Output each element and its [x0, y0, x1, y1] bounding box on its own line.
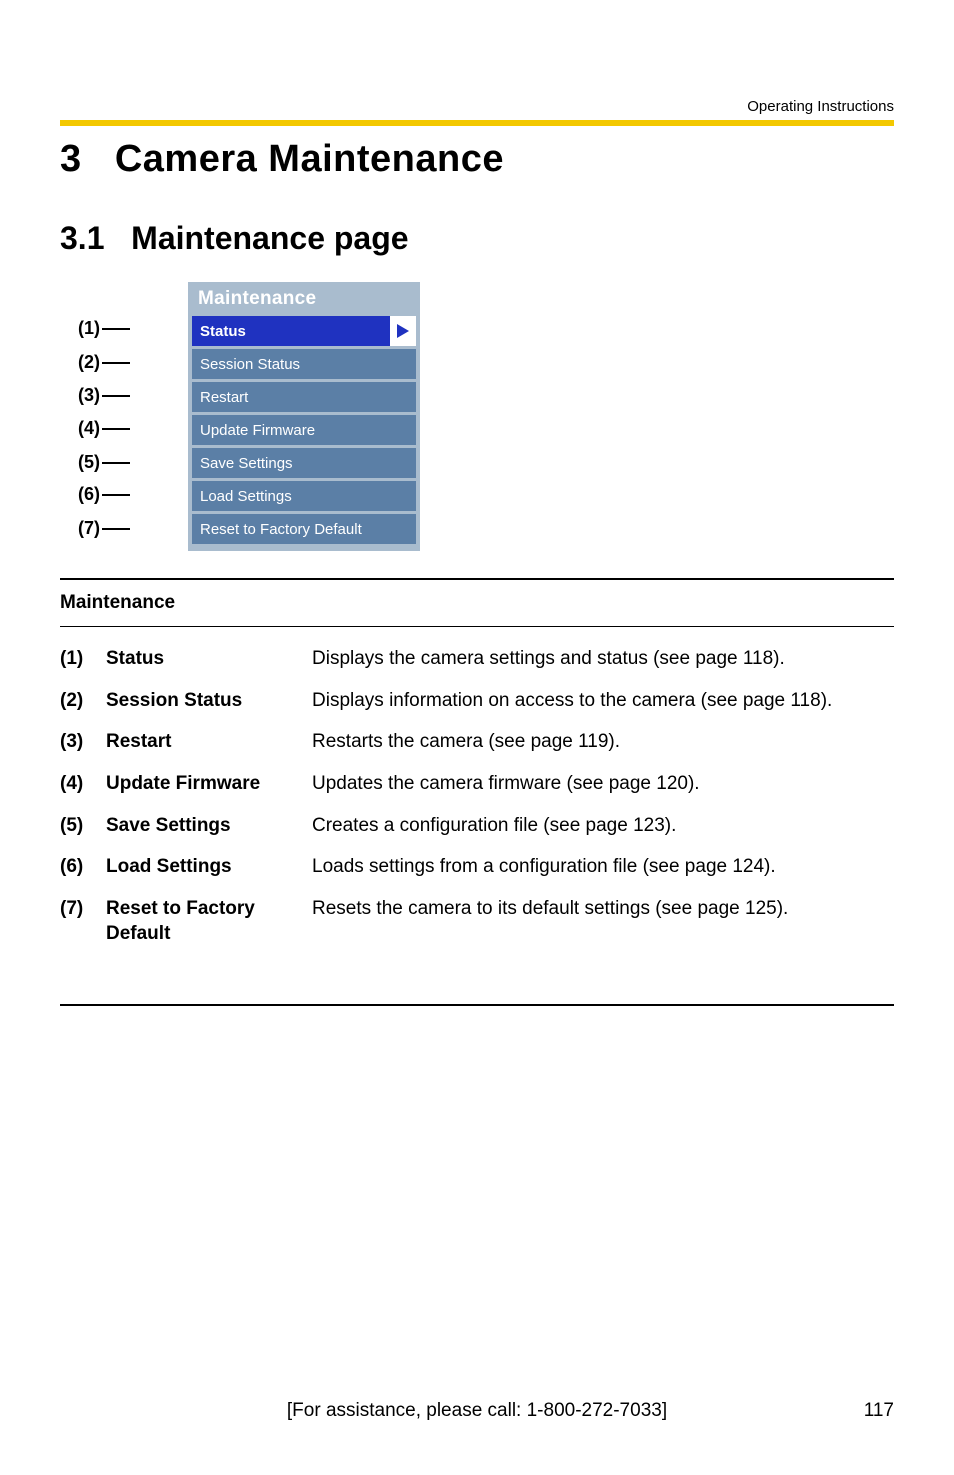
menu-item-label: Load Settings	[192, 481, 416, 511]
menu-item-update-firmware[interactable]: Update Firmware	[192, 415, 416, 445]
description-table: (1) Status Displays the camera settings …	[60, 638, 894, 955]
row-number: (4)	[60, 771, 106, 797]
row-number: (6)	[60, 854, 106, 880]
menu-item-label: Reset to Factory Default	[192, 514, 416, 544]
row-name: Restart	[106, 729, 312, 755]
h2-title: Maintenance page	[131, 220, 408, 256]
header-rule	[60, 120, 894, 126]
row-name: Reset to Factory Default	[106, 896, 312, 947]
row-number: (2)	[60, 688, 106, 714]
row-description: Displays information on access to the ca…	[312, 688, 894, 714]
row-description: Loads settings from a configuration file…	[312, 854, 894, 880]
menu-item-load-settings[interactable]: Load Settings	[192, 481, 416, 511]
row-description: Updates the camera firmware (see page 12…	[312, 771, 894, 797]
row-name: Load Settings	[106, 854, 312, 880]
menu-item-restart[interactable]: Restart	[192, 382, 416, 412]
menu-item-session-status[interactable]: Session Status	[192, 349, 416, 379]
footer-page-number: 117	[864, 1400, 894, 1422]
table-row: (2) Session Status Displays information …	[60, 680, 894, 722]
maintenance-menu-panel: Maintenance Status Session Status Restar…	[188, 282, 420, 551]
menu-item-label: Save Settings	[192, 448, 416, 478]
table-rule	[60, 626, 894, 627]
row-number: (1)	[60, 646, 106, 672]
maintenance-menu-figure: Maintenance Status Session Status Restar…	[60, 282, 480, 551]
table-row: (6) Load Settings Loads settings from a …	[60, 846, 894, 888]
row-description: Creates a configuration file (see page 1…	[312, 813, 894, 839]
row-name: Update Firmware	[106, 771, 312, 797]
row-name: Status	[106, 646, 312, 672]
footer-assist-text: [For assistance, please call: 1-800-272-…	[0, 1400, 954, 1422]
section-heading-h2: 3.1 Maintenance page	[60, 220, 409, 257]
menu-item-label: Status	[192, 316, 390, 346]
table-row: (4) Update Firmware Updates the camera f…	[60, 763, 894, 805]
h1-number: 3	[60, 138, 82, 180]
table-row: (1) Status Displays the camera settings …	[60, 638, 894, 680]
h2-number: 3.1	[60, 220, 104, 256]
h1-title: Camera Maintenance	[115, 138, 504, 180]
row-number: (7)	[60, 896, 106, 922]
menu-title: Maintenance	[188, 282, 420, 316]
menu-item-save-settings[interactable]: Save Settings	[192, 448, 416, 478]
menu-item-reset-factory[interactable]: Reset to Factory Default	[192, 514, 416, 544]
header-right-text: Operating Instructions	[60, 98, 894, 115]
row-name: Save Settings	[106, 813, 312, 839]
table-header: Maintenance	[60, 592, 175, 614]
row-description: Restarts the camera (see page 119).	[312, 729, 894, 755]
menu-item-label: Update Firmware	[192, 415, 416, 445]
table-rule	[60, 1004, 894, 1006]
menu-item-label: Restart	[192, 382, 416, 412]
arrow-right-icon	[397, 324, 409, 338]
table-row: (7) Reset to Factory Default Resets the …	[60, 888, 894, 955]
menu-item-label: Session Status	[192, 349, 416, 379]
row-number: (3)	[60, 729, 106, 755]
menu-item-status[interactable]: Status	[192, 316, 416, 346]
section-heading-h1: 3 Camera Maintenance	[60, 138, 504, 181]
table-row: (5) Save Settings Creates a configuratio…	[60, 805, 894, 847]
row-description: Resets the camera to its default setting…	[312, 896, 894, 922]
page: Operating Instructions 3 Camera Maintena…	[0, 0, 954, 1475]
row-name: Session Status	[106, 688, 312, 714]
table-rule	[60, 578, 894, 580]
row-number: (5)	[60, 813, 106, 839]
table-row: (3) Restart Restarts the camera (see pag…	[60, 721, 894, 763]
menu-item-arrow-slot	[390, 316, 416, 346]
row-description: Displays the camera settings and status …	[312, 646, 894, 672]
